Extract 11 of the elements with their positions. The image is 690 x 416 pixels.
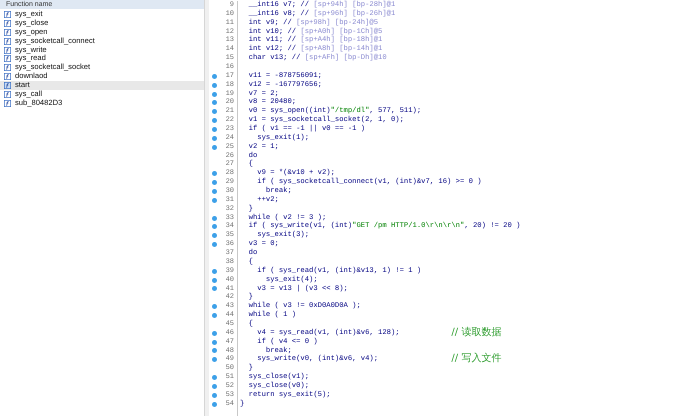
function-icon	[4, 46, 11, 54]
code-comment: // 读取数据	[451, 328, 502, 338]
function-icon	[4, 38, 11, 45]
code-comment: // 写入文件	[451, 355, 502, 364]
function-icon	[4, 10, 11, 18]
function-icon	[4, 100, 11, 107]
function-icon	[4, 20, 11, 27]
function-icon	[4, 28, 11, 36]
function-icon	[4, 64, 11, 72]
function-icon	[4, 55, 11, 62]
function-icon	[4, 73, 11, 80]
